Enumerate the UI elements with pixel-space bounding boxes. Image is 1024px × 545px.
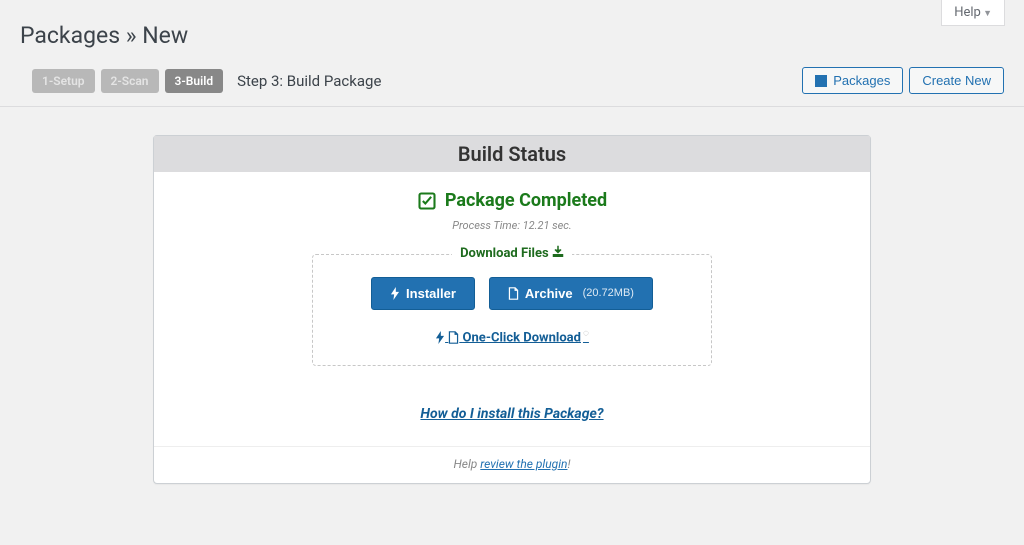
status-label: Package Completed	[445, 190, 607, 211]
footer-help: Help review the plugin!	[154, 446, 870, 483]
step-3-pill: 3-Build	[165, 69, 224, 93]
download-legend: Download Files	[452, 245, 572, 261]
bolt-icon	[435, 331, 445, 344]
download-files-box: Download Files Installer Archive (20.72M…	[312, 254, 712, 366]
one-click-download-link[interactable]: One-Click Download◌	[331, 328, 693, 345]
checkmark-icon	[417, 191, 437, 211]
packages-button-label: Packages	[833, 73, 890, 88]
create-new-label: Create New	[922, 73, 991, 88]
step-toolbar: 1-Setup 2-Scan 3-Build Step 3: Build Pac…	[0, 59, 1024, 107]
file-icon	[508, 287, 519, 300]
step-2-pill: 2-Scan	[101, 69, 159, 93]
card-title: Build Status	[154, 136, 870, 172]
archive-label: Archive	[525, 286, 573, 301]
archive-button[interactable]: Archive (20.72MB)	[489, 277, 653, 310]
download-icon	[552, 245, 564, 257]
installer-button[interactable]: Installer	[371, 277, 475, 310]
step-caption: Step 3: Build Package	[237, 72, 381, 90]
page-title: Packages » New	[0, 0, 1024, 59]
bolt-icon	[390, 287, 400, 300]
create-new-button[interactable]: Create New	[909, 67, 1004, 94]
help-tab[interactable]: Help	[941, 0, 1005, 26]
install-help-link[interactable]: How do I install this Package?	[154, 406, 870, 422]
build-status-card: Build Status Package Completed Process T…	[153, 135, 871, 484]
packages-button[interactable]: Packages	[802, 67, 903, 94]
help-icon: ◌	[583, 328, 589, 339]
review-plugin-link[interactable]: review the plugin	[480, 457, 567, 471]
status-block: Package Completed Process Time: 12.21 se…	[154, 172, 870, 236]
process-time: Process Time: 12.21 sec.	[154, 219, 870, 232]
archive-icon	[815, 75, 827, 87]
installer-label: Installer	[406, 286, 456, 301]
file-icon	[448, 331, 459, 344]
archive-size: (20.72MB)	[583, 287, 634, 299]
step-1-pill: 1-Setup	[32, 69, 95, 93]
